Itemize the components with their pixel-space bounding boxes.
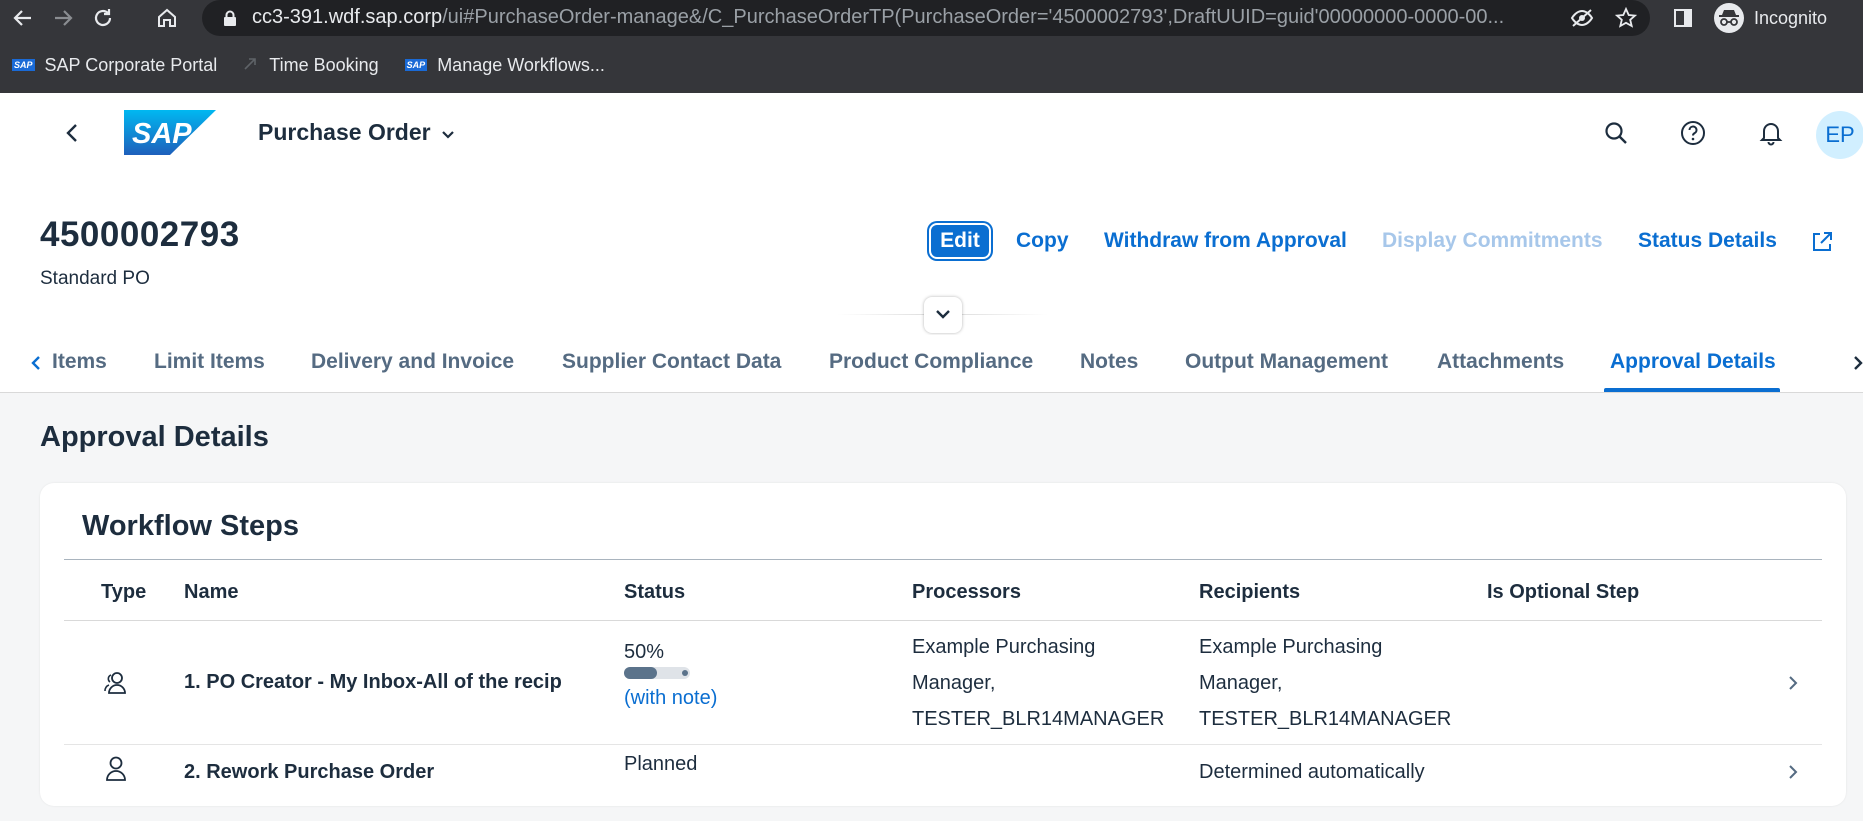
table-row[interactable]: 1. PO Creator - My Inbox-All of the reci… [64,621,1822,745]
status-progress-bar [624,667,690,679]
anchor-bar: Items Limit Items Delivery and Invoice S… [0,335,1863,393]
step-name: 2. Rework Purchase Order [184,761,435,783]
status-text: Planned [624,753,698,775]
bookmark-label: Manage Workflows... [437,54,605,75]
workflow-steps-card: Workflow Steps Type Name Status Processo… [40,483,1846,806]
chevron-down-icon [441,119,455,146]
address-row: cc3-391.wdf.sap.corp/ui#PurchaseOrder-ma… [0,0,1863,36]
sap-logo-icon: SAP [404,59,428,71]
bookmark-label: Time Booking [269,54,379,75]
browser-forward-icon[interactable] [50,5,76,31]
tab-attachments[interactable]: Attachments [1437,350,1564,374]
column-header-status: Status [624,581,686,603]
processor-line: Manager, [912,672,996,694]
recipients-cell: Example Purchasing Manager, TESTER_BLR14… [1199,629,1451,737]
recipient-line: Example Purchasing [1199,636,1383,658]
app-title: Purchase Order [258,119,431,145]
browser-toolbar: cc3-391.wdf.sap.corp/ui#PurchaseOrder-ma… [0,0,1863,93]
group-icon [102,669,130,697]
lock-icon [218,6,242,30]
chevron-down-icon [935,306,951,324]
recipient-line: TESTER_BLR14MANAGER [1199,708,1452,730]
tab-notes[interactable]: Notes [1080,350,1138,374]
expand-header-button[interactable] [924,297,962,333]
browser-reload-icon[interactable] [90,5,116,31]
share-icon[interactable] [1807,227,1837,257]
recipient-line: Determined automatically [1199,761,1425,783]
edit-button[interactable]: Edit [929,223,991,259]
bookmark-manage-workflows[interactable]: SAP Manage Workflows... [404,54,605,76]
display-commitments-button: Display Commitments [1382,229,1603,252]
eye-off-icon[interactable] [1570,6,1594,30]
processor-line: TESTER_BLR14MANAGER [912,708,1165,730]
status-details-button[interactable]: Status Details [1638,223,1777,259]
tab-limit-items[interactable]: Limit Items [154,350,265,374]
table-row[interactable]: 2. Rework Purchase Order Planned Determi… [64,745,1822,801]
column-header-name: Name [184,581,239,603]
help-icon[interactable] [1677,117,1709,149]
bookmark-sap-portal[interactable]: SAP SAP Corporate Portal [12,55,217,76]
progress-fill [624,667,657,679]
column-header-is-optional-step: Is Optional Step [1487,581,1640,603]
sap-logo[interactable]: SAP [124,110,216,155]
scroll-right-icon[interactable] [1848,349,1863,377]
status-note-link[interactable]: (with note) [624,687,717,710]
address-bar[interactable]: cc3-391.wdf.sap.corp/ui#PurchaseOrder-ma… [202,0,1650,36]
bookmarks-bar: SAP SAP Corporate Portal Time Booking SA… [0,48,1863,82]
browser-home-icon[interactable] [154,5,180,31]
progress-end-dot [682,670,688,676]
tab-approval-details[interactable]: Approval Details [1610,350,1776,374]
sap-logo-icon: SAP [12,59,35,71]
url-path: /ui#PurchaseOrder-manage&/C_PurchaseOrde… [442,6,1505,28]
browser-back-icon[interactable] [10,5,36,31]
url-text: cc3-391.wdf.sap.corp/ui#PurchaseOrder-ma… [252,6,1552,29]
column-header-type: Type [101,581,147,603]
step-name: 1. PO Creator - My Inbox-All of the reci… [184,671,562,693]
column-header-recipients: Recipients [1199,581,1301,603]
bookmark-time-booking[interactable]: Time Booking [243,54,379,76]
arrow-icon [243,55,259,76]
page-subtitle: Standard PO [40,268,150,289]
side-panel-icon[interactable] [1670,5,1696,31]
notification-bell-icon[interactable] [1755,117,1787,149]
star-icon[interactable] [1614,6,1638,30]
status-percent: 50% [624,641,665,663]
search-icon[interactable] [1600,117,1632,149]
table-header: Type Name Status Processors Recipients I… [64,559,1822,621]
tab-items[interactable]: Items [52,350,107,374]
recipient-line: Manager, [1199,672,1283,694]
card-title: Workflow Steps [82,510,299,542]
chevron-right-icon[interactable] [1785,673,1801,693]
back-icon[interactable] [58,119,86,147]
processors-cell: Example Purchasing Manager, TESTER_BLR14… [912,629,1164,737]
incognito-icon [1714,3,1744,33]
incognito-label: Incognito [1754,7,1828,28]
active-tab-indicator [1604,388,1780,392]
incognito-indicator[interactable]: Incognito [1714,0,1827,36]
withdraw-from-approval-button[interactable]: Withdraw from Approval [1104,223,1347,259]
user-avatar[interactable]: EP [1816,111,1863,159]
processor-line: Example Purchasing [912,636,1096,658]
page-title: 4500002793 [40,215,240,254]
tab-delivery-and-invoice[interactable]: Delivery and Invoice [311,350,514,374]
section-title: Approval Details [40,421,269,453]
shell-bar: SAP Purchase Order EP [0,93,1863,173]
tab-supplier-contact-data[interactable]: Supplier Contact Data [562,350,781,374]
tab-product-compliance[interactable]: Product Compliance [829,350,1033,374]
bookmark-label: SAP Corporate Portal [44,54,218,75]
url-host: cc3-391.wdf.sap.corp [252,6,443,28]
column-header-processors: Processors [912,581,1021,603]
tab-output-management[interactable]: Output Management [1185,350,1388,374]
chevron-right-icon[interactable] [1785,762,1801,782]
person-icon [102,755,130,783]
scroll-left-icon[interactable] [26,349,46,377]
app-title-menu[interactable]: Purchase Order [258,119,455,146]
copy-button[interactable]: Copy [1016,223,1069,259]
sap-logo-text: SAP [132,118,192,150]
